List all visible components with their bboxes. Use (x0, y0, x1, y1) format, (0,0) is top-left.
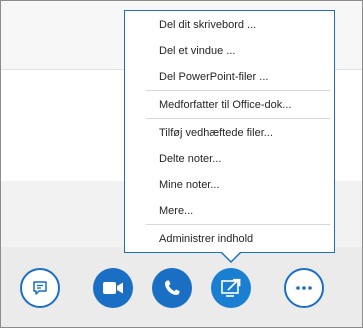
menu-item-share-window[interactable]: Del et vindue ... (159, 44, 235, 58)
chat-icon (33, 281, 47, 295)
more-options-icon (296, 286, 312, 290)
menu-item-share-powerpoint[interactable]: Del PowerPoint-filer ... (159, 70, 268, 84)
menu-item-manage-content[interactable]: Administrer indhold (159, 232, 253, 246)
menu-separator (146, 224, 330, 225)
menu-separator (146, 90, 330, 91)
video-button[interactable] (93, 268, 133, 308)
present-content-button[interactable] (211, 268, 251, 308)
call-button[interactable] (152, 268, 192, 308)
menu-pointer-fill (221, 251, 241, 261)
present-screen-icon (221, 278, 241, 297)
menu-item-my-notes[interactable]: Mine noter... (159, 178, 220, 192)
instant-message-button[interactable] (20, 268, 60, 308)
menu-item-coauthor-office[interactable]: Medforfatter til Office-dok... (159, 98, 291, 112)
menu-item-share-desktop[interactable]: Del dit skrivebord ... (159, 18, 256, 32)
video-camera-icon (103, 282, 123, 294)
menu-item-add-attachments[interactable]: Tilføj vedhæftede filer... (159, 126, 273, 140)
share-content-menu: Del dit skrivebord ... Del et vindue ...… (124, 10, 335, 253)
more-options-button[interactable] (284, 268, 324, 308)
menu-item-shared-notes[interactable]: Delte noter... (159, 152, 221, 166)
phone-icon (165, 280, 180, 295)
menu-separator (146, 118, 330, 119)
menu-item-more[interactable]: Mere... (159, 204, 193, 218)
